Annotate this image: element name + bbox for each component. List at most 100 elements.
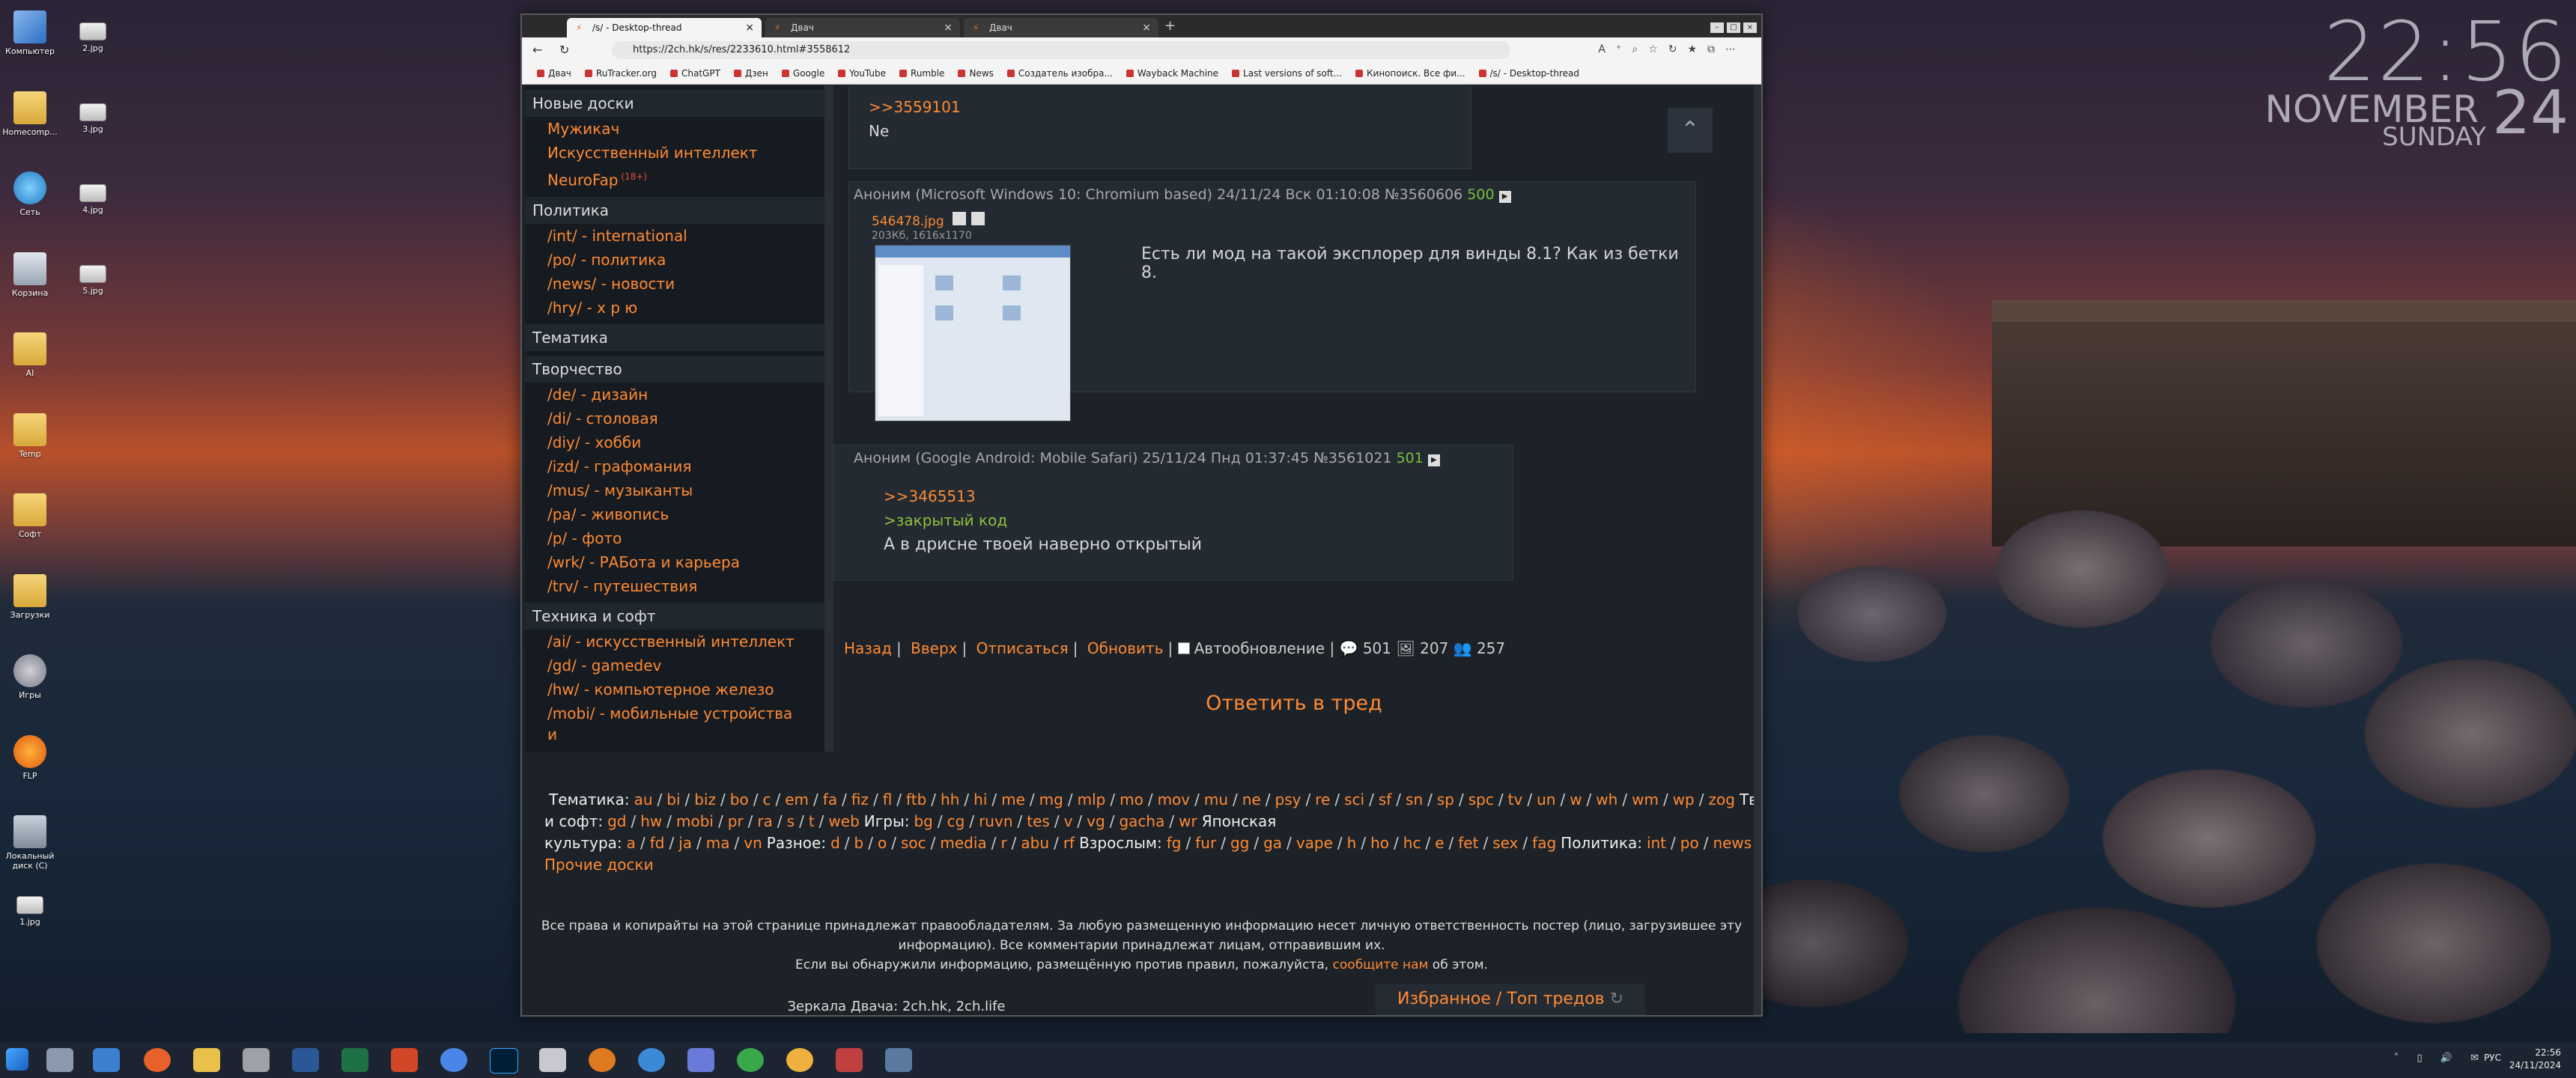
post-thumbnail-explorer-screenshot[interactable]: [875, 245, 1071, 421]
sidebar-board-link[interactable]: /news/ - новости: [525, 272, 824, 296]
sidebar-board-link[interactable]: /trv/ - путешествия: [525, 574, 824, 598]
board-link[interactable]: vg: [1087, 812, 1105, 830]
explorer-icon[interactable]: [193, 1048, 220, 1072]
board-link[interactable]: sn: [1406, 791, 1423, 808]
minimize-icon[interactable]: –: [1710, 22, 1724, 33]
language-indicator[interactable]: РУС: [2484, 1053, 2501, 1063]
board-link[interactable]: vape: [1296, 834, 1333, 852]
board-link[interactable]: hc: [1403, 834, 1421, 852]
excel-icon[interactable]: [341, 1048, 368, 1072]
maximize-icon[interactable]: □: [1727, 22, 1740, 33]
firefox-icon[interactable]: [144, 1048, 171, 1072]
board-link[interactable]: b: [854, 834, 864, 852]
url-field[interactable]: https://2ch.hk/s/res/2233610.html#355861…: [612, 41, 1510, 59]
board-link[interactable]: soc: [901, 834, 926, 852]
sidebar-board-link[interactable]: /gd/ - gamedev: [525, 654, 824, 677]
board-link[interactable]: mu: [1204, 791, 1228, 808]
bookmark-item[interactable]: Wayback Machine: [1126, 68, 1218, 79]
board-link[interactable]: fa: [823, 791, 837, 808]
board-link[interactable]: mlp: [1078, 791, 1106, 808]
autoupdate-checkbox[interactable]: [1177, 642, 1190, 654]
board-link[interactable]: biz: [694, 791, 716, 808]
sidebar-board-link[interactable]: /wrk/ - РАБота и карьера: [525, 550, 824, 574]
board-link[interactable]: me: [1001, 791, 1025, 808]
back-icon[interactable]: ←: [532, 43, 542, 57]
app-icon[interactable]: [440, 1048, 467, 1072]
post-number[interactable]: №3561021: [1313, 450, 1391, 466]
start-icon[interactable]: [6, 1048, 28, 1071]
board-link[interactable]: hw: [640, 812, 662, 830]
tray-clock[interactable]: 22:56 24/11/2024: [2509, 1047, 2561, 1072]
board-link[interactable]: ho: [1370, 834, 1389, 852]
bookmark-item[interactable]: /s/ - Desktop-thread: [1478, 68, 1579, 79]
file-icon[interactable]: [46, 1048, 73, 1072]
bookmark-item[interactable]: Кинопоиск. Все фи...: [1355, 68, 1465, 79]
app-icon[interactable]: [836, 1048, 863, 1072]
board-link[interactable]: o: [878, 834, 887, 852]
bookmark-item[interactable]: Last versions of soft...: [1232, 68, 1342, 79]
board-link[interactable]: gacha: [1119, 812, 1164, 830]
sidebar-board-link[interactable]: /pa/ - живопись: [525, 502, 824, 526]
post-menu-icon[interactable]: ▶: [1427, 454, 1440, 466]
close-icon[interactable]: ×: [745, 18, 754, 37]
desktop-icon-image[interactable]: 2.jpg: [63, 22, 123, 53]
sidebar-board-link[interactable]: /di/ - столовая: [525, 406, 824, 430]
board-link[interactable]: a: [627, 834, 636, 852]
refresh-icon[interactable]: ↻: [1610, 990, 1623, 1008]
board-link[interactable]: int: [1647, 834, 1666, 852]
sidebar-board-link[interactable]: Искусственный интеллект: [525, 141, 824, 165]
desktop-icon-image[interactable]: 4.jpg: [63, 184, 123, 215]
word-icon[interactable]: [292, 1048, 319, 1072]
refresh-link[interactable]: Обновить: [1087, 639, 1164, 657]
board-link[interactable]: au: [634, 791, 653, 808]
sidebar-board-link[interactable]: /int/ - international: [525, 224, 824, 248]
app-icon[interactable]: [687, 1048, 714, 1072]
board-link[interactable]: bo: [730, 791, 749, 808]
system-tray-icons[interactable]: ˄ ▯ 🔊 ✉: [2394, 1053, 2486, 1064]
tab-desktop-thread[interactable]: ⚡ /s/ - Desktop-thread ×: [567, 18, 762, 37]
post-number[interactable]: №3560606: [1385, 186, 1462, 203]
bookmark-item[interactable]: News: [958, 68, 994, 79]
post-reply-link[interactable]: >>3559101: [869, 98, 961, 116]
board-link[interactable]: tv: [1508, 791, 1523, 808]
desktop-icon-pc[interactable]: Компьютер: [0, 10, 60, 56]
app-icon[interactable]: [885, 1048, 912, 1072]
board-link[interactable]: psy: [1275, 791, 1301, 808]
board-link[interactable]: sci: [1344, 791, 1364, 808]
board-link[interactable]: ne: [1242, 791, 1261, 808]
tab-dvach-2[interactable]: ⚡ Двач ×: [964, 18, 1158, 37]
board-link[interactable]: fg: [1167, 834, 1182, 852]
post-file-name[interactable]: 546478.jpg: [872, 214, 944, 229]
desktop-icon-folder[interactable]: AI: [0, 332, 60, 378]
board-link[interactable]: bg: [914, 812, 932, 830]
board-link[interactable]: fur: [1195, 834, 1216, 852]
close-icon[interactable]: ×: [944, 18, 953, 37]
page-scrollbar[interactable]: [1754, 85, 1761, 1015]
favorites-button[interactable]: Избранное / Топ тредов ↻: [1376, 984, 1645, 1015]
board-link[interactable]: fag: [1532, 834, 1556, 852]
back-link[interactable]: Назад: [844, 639, 892, 657]
board-link[interactable]: fet: [1458, 834, 1478, 852]
sidebar-board-link[interactable]: /hry/ - х р ю: [525, 296, 824, 320]
board-link[interactable]: mov: [1158, 791, 1191, 808]
desktop-icon-folder[interactable]: Загрузки: [0, 573, 60, 620]
bookmark-item[interactable]: ChatGPT: [669, 68, 720, 79]
app-icon[interactable]: [737, 1048, 764, 1072]
sidebar-board-link[interactable]: /de/ - дизайн: [525, 383, 824, 406]
board-link[interactable]: ra: [757, 812, 772, 830]
desktop-icon-folder[interactable]: Софт: [0, 493, 60, 539]
board-link[interactable]: ruvn: [979, 812, 1012, 830]
powerpoint-icon[interactable]: [391, 1048, 418, 1072]
sidebar-scrollbar[interactable]: [824, 85, 833, 752]
board-link[interactable]: wh: [1596, 791, 1617, 808]
sidebar-board-link[interactable]: /ai/ - искусственный интеллект: [525, 630, 824, 654]
board-link[interactable]: mo: [1120, 791, 1143, 808]
edge-icon[interactable]: [93, 1048, 120, 1072]
board-link[interactable]: ftb: [906, 791, 926, 808]
board-link[interactable]: hh: [941, 791, 959, 808]
board-link[interactable]: abu: [1021, 834, 1049, 852]
board-link[interactable]: sex: [1492, 834, 1518, 852]
desktop-icon-folder[interactable]: Homecomp...: [0, 91, 60, 137]
app-icon[interactable]: [638, 1048, 665, 1072]
desktop-icon-net[interactable]: Сеть: [0, 171, 60, 217]
